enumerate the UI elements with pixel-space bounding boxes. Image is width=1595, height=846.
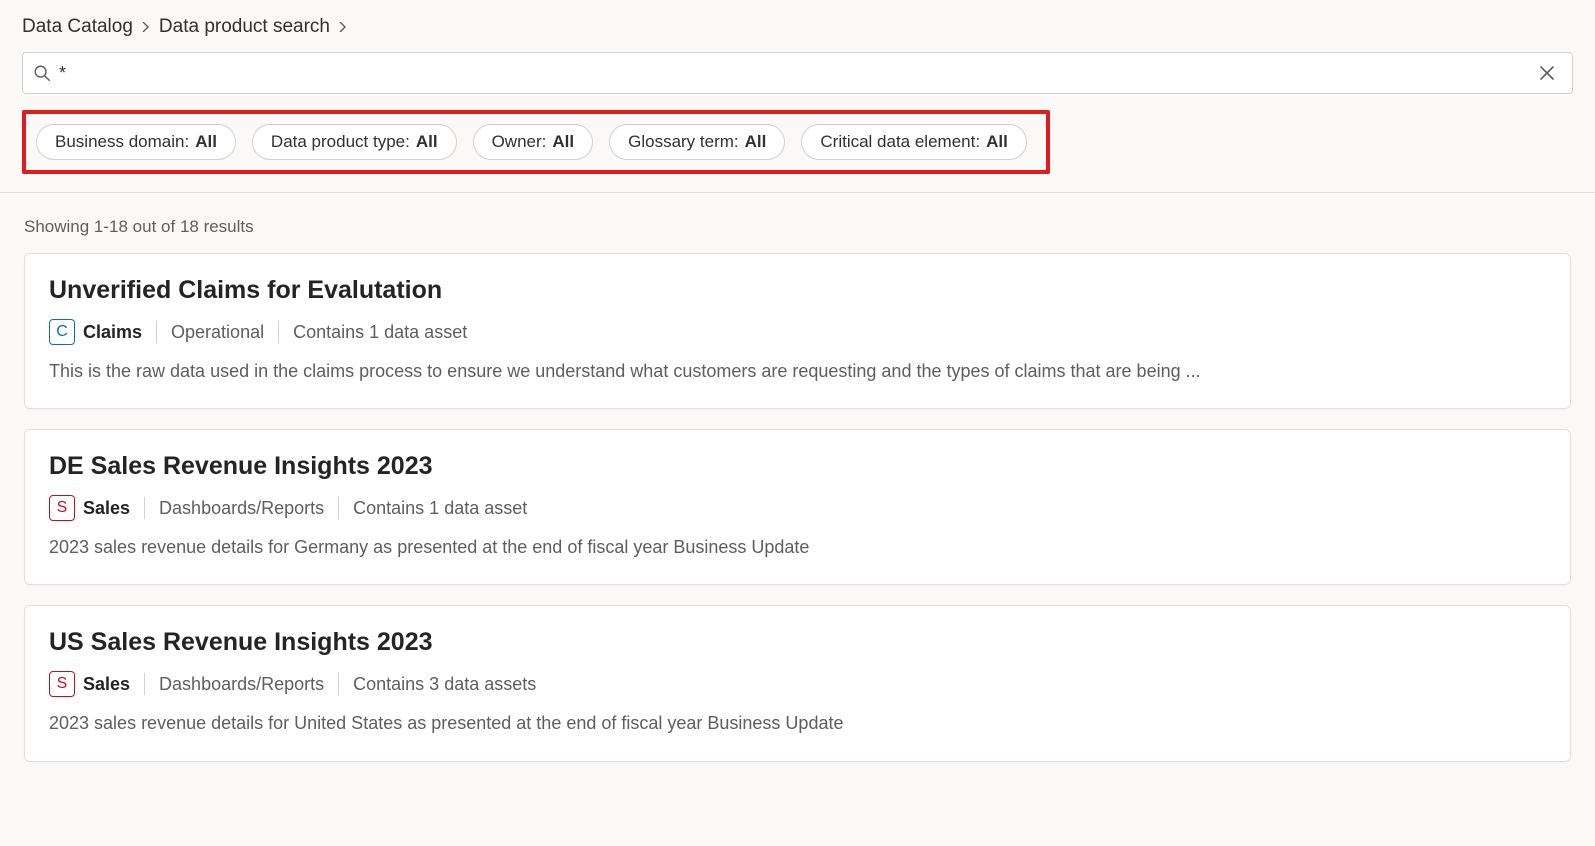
separator: [144, 673, 145, 695]
result-title: DE Sales Revenue Insights 2023: [49, 452, 1546, 481]
result-description: 2023 sales revenue details for Germany a…: [49, 535, 1546, 560]
filter-label: Business domain:: [55, 132, 189, 152]
result-description: This is the raw data used in the claims …: [49, 359, 1546, 384]
filter-value: All: [986, 132, 1008, 152]
result-card[interactable]: DE Sales Revenue Insights 2023 S Sales D…: [24, 429, 1571, 585]
clear-search-button[interactable]: [1532, 60, 1562, 86]
search-box: [22, 52, 1573, 94]
search-icon: [33, 64, 51, 82]
separator: [144, 497, 145, 519]
filter-label: Glossary term:: [628, 132, 739, 152]
results-list: Unverified Claims for Evalutation C Clai…: [0, 253, 1595, 762]
result-assets: Contains 3 data assets: [353, 674, 536, 695]
result-type: Dashboards/Reports: [159, 498, 324, 519]
separator: [156, 321, 157, 343]
domain-badge-icon: S: [49, 671, 75, 697]
separator: [338, 673, 339, 695]
filter-label: Critical data element:: [820, 132, 980, 152]
result-card[interactable]: US Sales Revenue Insights 2023 S Sales D…: [24, 605, 1571, 761]
breadcrumb: Data Catalog Data product search: [0, 16, 1595, 52]
result-domain: C Claims: [49, 319, 142, 345]
domain-badge-icon: S: [49, 495, 75, 521]
domain-name: Claims: [83, 322, 142, 343]
result-assets: Contains 1 data asset: [353, 498, 527, 519]
result-meta-row: S Sales Dashboards/Reports Contains 1 da…: [49, 495, 1546, 521]
result-assets: Contains 1 data asset: [293, 322, 467, 343]
filter-pill-critical-data-element[interactable]: Critical data element: All: [801, 124, 1026, 160]
domain-name: Sales: [83, 674, 130, 695]
result-meta-row: C Claims Operational Contains 1 data ass…: [49, 319, 1546, 345]
results-summary: Showing 1-18 out of 18 results: [0, 193, 1595, 253]
filter-value: All: [745, 132, 767, 152]
result-domain: S Sales: [49, 495, 130, 521]
breadcrumb-item-data-product-search[interactable]: Data product search: [159, 16, 330, 38]
chevron-right-icon: [141, 19, 151, 35]
result-type: Operational: [171, 322, 264, 343]
filter-pill-glossary-term[interactable]: Glossary term: All: [609, 124, 785, 160]
result-title: Unverified Claims for Evalutation: [49, 276, 1546, 305]
result-type: Dashboards/Reports: [159, 674, 324, 695]
chevron-right-icon: [338, 19, 348, 35]
result-card[interactable]: Unverified Claims for Evalutation C Clai…: [24, 253, 1571, 409]
result-domain: S Sales: [49, 671, 130, 697]
separator: [338, 497, 339, 519]
filter-value: All: [195, 132, 217, 152]
filter-pill-data-product-type[interactable]: Data product type: All: [252, 124, 457, 160]
domain-name: Sales: [83, 498, 130, 519]
result-meta-row: S Sales Dashboards/Reports Contains 3 da…: [49, 671, 1546, 697]
search-input[interactable]: [59, 63, 1532, 84]
filter-pills-row: Business domain: All Data product type: …: [22, 110, 1050, 174]
result-title: US Sales Revenue Insights 2023: [49, 628, 1546, 657]
filter-label: Data product type:: [271, 132, 410, 152]
separator: [278, 321, 279, 343]
filter-pill-owner[interactable]: Owner: All: [473, 124, 594, 160]
breadcrumb-item-data-catalog[interactable]: Data Catalog: [22, 16, 133, 38]
filter-value: All: [416, 132, 438, 152]
filter-label: Owner:: [492, 132, 547, 152]
domain-badge-icon: C: [49, 319, 75, 345]
result-description: 2023 sales revenue details for United St…: [49, 711, 1546, 736]
filter-pill-business-domain[interactable]: Business domain: All: [36, 124, 236, 160]
filter-value: All: [552, 132, 574, 152]
